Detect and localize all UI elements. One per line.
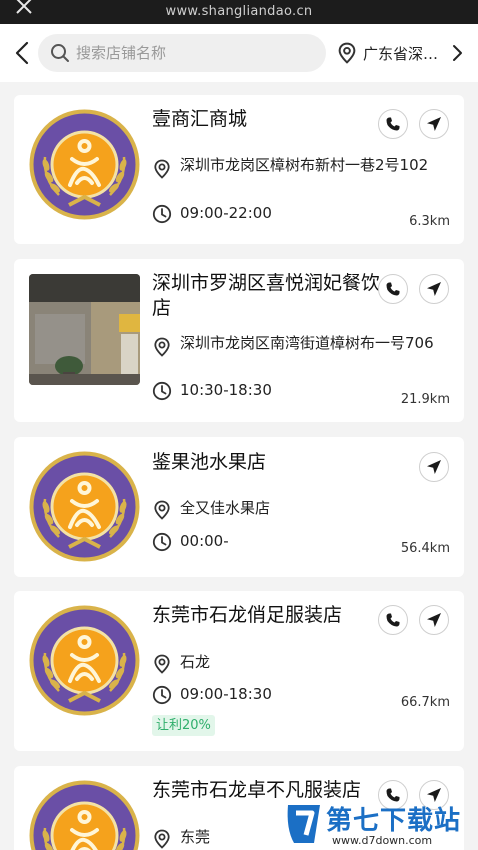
store-photo [29,274,140,385]
store-address: 深圳市龙岗区樟树布新村一巷2号102 [180,156,429,174]
store-name: 鉴果池水果店 [152,451,267,473]
navigate-button[interactable] [419,274,449,304]
hours-row: 09:00-22:00 [152,203,442,225]
store-name: 深圳市罗湖区喜悦润妃餐饮店 [152,272,381,319]
location-pin-icon [152,337,172,357]
store-hours: 10:30-18:30 [180,381,272,399]
watermark-url: www.d7down.com [332,834,433,847]
call-button[interactable] [378,109,408,139]
navigate-button[interactable] [419,605,449,635]
clock-icon [152,685,172,705]
address-row: 石龙 [152,652,442,674]
location-label: 广东省深… [363,45,439,63]
chevron-right-icon [453,45,462,61]
search-icon [51,44,69,62]
hours-row: 09:00-18:30 [152,684,442,706]
navigation-arrow-icon [426,281,442,297]
back-icon[interactable] [10,39,36,67]
navigate-button[interactable] [419,109,449,139]
address-row: 全又佳水果店 [152,498,442,520]
discount-badge: 让利20% [152,715,215,736]
store-hours: 09:00-22:00 [180,204,272,222]
store-logo-seal [29,109,140,220]
store-address: 石龙 [180,653,211,671]
location-selector[interactable]: 广东省深… [336,40,470,66]
address-row: 深圳市龙岗区南湾街道樟树布一号706 [152,333,442,377]
clock-icon [152,532,172,552]
site-watermark: 第七下载站 www.d7down.com [282,797,478,850]
store-logo-seal [29,451,140,562]
store-card[interactable]: 壹商汇商城 深圳市龙岗区樟树布新村一巷2号102 09:00-22:00 6.3… [14,95,464,244]
store-address: 深圳市龙岗区南湾街道樟树布一号706 [180,334,434,352]
call-button[interactable] [378,605,408,635]
phone-icon [385,612,401,628]
store-name: 东莞市石龙俏足服装店 [152,604,343,626]
store-logo-seal [29,605,140,716]
store-name: 壹商汇商城 [152,108,248,130]
location-pin-icon [336,42,358,64]
store-logo-seal [29,780,140,850]
navigate-button[interactable] [419,452,449,482]
navigation-arrow-icon [426,116,442,132]
browser-url-bar: www.shangliandao.cn [0,0,478,24]
location-pin-icon [152,829,172,849]
store-card[interactable]: 鉴果池水果店 全又佳水果店 00:00- 56.4km [14,437,464,577]
page-url: www.shangliandao.cn [165,4,313,19]
store-card[interactable]: 深圳市罗湖区喜悦润妃餐饮店 深圳市龙岗区南湾街道樟树布一号706 10:30-1… [14,259,464,422]
hours-row: 10:30-18:30 [152,380,442,402]
location-pin-icon [152,654,172,674]
store-hours: 09:00-18:30 [180,685,272,703]
store-distance: 56.4km [400,541,450,556]
top-bar: 广东省深… [0,24,478,82]
store-card[interactable]: 东莞市石龙俏足服装店 石龙 09:00-18:30 让利20% 66.7km [14,591,464,751]
clock-icon [152,381,172,401]
address-row: 深圳市龙岗区樟树布新村一巷2号102 [152,155,442,199]
location-pin-icon [152,500,172,520]
store-address: 全又佳水果店 [180,499,271,517]
search-input[interactable] [76,34,316,72]
store-distance: 21.9km [400,392,450,407]
call-button[interactable] [378,274,408,304]
store-distance: 6.3km [409,214,450,229]
clock-icon [152,204,172,224]
hours-row: 00:00- [152,531,442,553]
store-hours: 00:00- [180,532,229,550]
location-pin-icon [152,159,172,179]
watermark-logo-icon [287,805,320,843]
store-distance: 66.7km [400,695,450,710]
navigation-arrow-icon [426,612,442,628]
phone-icon [385,116,401,132]
watermark-name: 第七下载站 [326,806,462,836]
search-box[interactable] [38,34,326,72]
navigation-arrow-icon [426,459,442,475]
phone-icon [385,281,401,297]
